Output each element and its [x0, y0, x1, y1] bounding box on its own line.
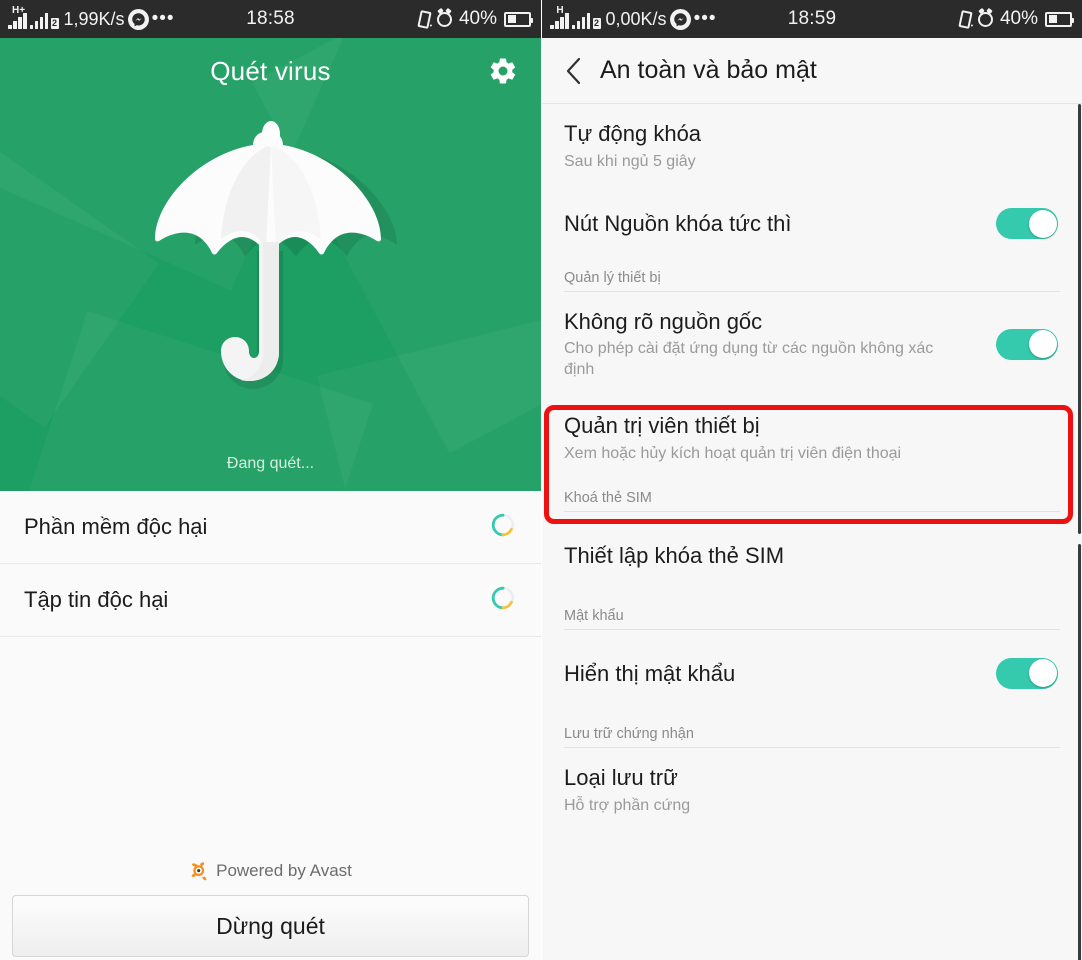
dual-screenshot-comparison: H+ 2 1,99K/s ••• 18:58 40% Quét virus Đa…	[0, 0, 1082, 960]
settings-app-bar: An toàn và bảo mật	[542, 38, 1082, 104]
scrollbar-thumb[interactable]	[1078, 104, 1081, 534]
page-title: An toàn và bảo mật	[600, 56, 817, 84]
settings-row-text: Không rõ nguồn gốc Cho phép cài đặt ứng …	[564, 308, 996, 380]
settings-row-unknown-sources[interactable]: Không rõ nguồn gốc Cho phép cài đặt ứng …	[542, 292, 1082, 396]
powered-by-label: Powered by Avast	[216, 861, 352, 880]
status-overflow-dots: •••	[693, 8, 717, 29]
signal-bars-icon-sim1: H+	[8, 5, 27, 29]
status-overflow-dots: •••	[151, 8, 175, 29]
avast-logo-icon	[189, 860, 211, 882]
left-status-left-group: H+ 2 1,99K/s •••	[8, 5, 175, 30]
settings-row-title: Quản trị viên thiết bị	[564, 413, 760, 439]
network-speed-label: 1,99K/s	[63, 8, 125, 29]
section-header-device-management: Quản lý thiết bị	[564, 269, 661, 286]
settings-row-subtitle: Hỗ trợ phần cứng	[564, 796, 691, 814]
battery-icon	[1045, 11, 1074, 27]
right-status-right-group: 40%	[958, 8, 1074, 30]
settings-row-text: Hiển thị mật khẩu	[564, 660, 996, 688]
settings-row-text: Thiết lập khóa thẻ SIM	[564, 542, 1058, 570]
sim-badge-label: 2	[592, 18, 601, 29]
toggle-knob	[1028, 209, 1057, 238]
scan-row-malware[interactable]: Phần mềm độc hại	[0, 491, 541, 564]
scan-app-bar: Quét virus	[0, 38, 541, 104]
umbrella-illustration	[0, 112, 541, 412]
signal-bars-icon-sim2: 2	[571, 9, 601, 29]
messenger-icon	[669, 8, 691, 30]
back-chevron-icon[interactable]	[564, 56, 584, 86]
settings-row-title: Tự động khóa	[564, 121, 702, 146]
loading-spinner-icon	[489, 584, 517, 617]
vibrate-icon	[958, 9, 973, 29]
settings-row-device-admin[interactable]: Quản trị viên thiết bị Xem hoặc hủy kích…	[542, 396, 1082, 480]
toggle-knob	[1028, 659, 1057, 688]
left-status-right-group: 40%	[417, 8, 533, 30]
right-status-left-group: H 2 0,00K/s •••	[550, 5, 717, 30]
settings-row-storage-type[interactable]: Loại lưu trữ Hỗ trợ phần cứng	[542, 748, 1082, 832]
settings-row-text: Tự động khóa Sau khi ngủ 5 giây	[564, 120, 1058, 172]
vibrate-icon	[417, 9, 432, 29]
powered-by-avast: Powered by Avast	[0, 860, 541, 882]
settings-row-auto-lock[interactable]: Tự động khóa Sau khi ngủ 5 giây	[542, 104, 1082, 188]
loading-spinner-icon	[489, 511, 517, 544]
scan-status-label: Đang quét...	[226, 455, 315, 472]
settings-row-subtitle: Cho phép cài đặt ứng dụng từ các nguồn k…	[564, 340, 934, 378]
scan-row-label: Phần mềm độc hại	[24, 514, 208, 539]
alarm-icon	[977, 11, 993, 27]
battery-icon	[504, 11, 533, 27]
settings-row-title: Hiển thị mật khẩu	[564, 660, 736, 686]
toggle-power-button-lock[interactable]	[996, 208, 1058, 240]
section-header-sim-lock: Khoá thẻ SIM	[564, 490, 652, 507]
settings-row-title: Thiết lập khóa thẻ SIM	[564, 542, 785, 568]
stop-scan-label: Dừng quét	[216, 912, 325, 939]
clock-label: 18:59	[787, 8, 837, 29]
left-phone-screen: H+ 2 1,99K/s ••• 18:58 40% Quét virus Đa…	[0, 0, 541, 960]
stop-scan-button[interactable]: Dừng quét	[12, 895, 529, 957]
scan-result-list: Phần mềm độc hại Tập tin độc hại	[0, 491, 541, 637]
scan-row-label: Tập tin độc hại	[24, 587, 169, 612]
network-type-label-sim1: H	[556, 5, 564, 16]
alarm-icon	[436, 11, 452, 27]
toggle-knob	[1028, 330, 1057, 359]
section-header-credential-storage: Lưu trữ chứng nhận	[564, 726, 694, 743]
clock-label: 18:58	[246, 8, 295, 29]
signal-bars-icon-sim1: H	[550, 5, 569, 29]
settings-row-subtitle: Xem hoặc hủy kích hoạt quản trị viên điệ…	[564, 444, 902, 462]
toggle-show-password[interactable]	[996, 657, 1058, 689]
settings-row-title: Không rõ nguồn gốc	[564, 308, 763, 334]
settings-row-power-button-lock[interactable]: Nút Nguồn khóa tức thì	[542, 188, 1082, 260]
messenger-icon	[127, 8, 149, 30]
scan-hero-section: Quét virus Đang quét...	[0, 38, 541, 491]
sim-badge-label: 2	[50, 18, 59, 29]
scrollbar-thumb[interactable]	[1078, 544, 1081, 960]
settings-row-text: Quản trị viên thiết bị Xem hoặc hủy kích…	[564, 412, 1058, 464]
gear-icon[interactable]	[483, 51, 523, 91]
settings-row-sim-lock-setup[interactable]: Thiết lập khóa thẻ SIM	[542, 512, 1082, 598]
right-status-bar: H 2 0,00K/s ••• 18:59 40%	[542, 0, 1082, 38]
network-speed-label: 0,00K/s	[605, 8, 667, 29]
scan-row-malicious-file[interactable]: Tập tin độc hại	[0, 564, 541, 637]
page-title: Quét virus	[210, 55, 331, 86]
left-status-bar: H+ 2 1,99K/s ••• 18:58 40%	[0, 0, 541, 38]
settings-row-title: Loại lưu trữ	[564, 765, 678, 791]
section-header-password: Mật khẩu	[564, 608, 624, 625]
signal-bars-icon-sim2: 2	[29, 9, 59, 29]
battery-percent-label: 40%	[458, 8, 497, 29]
battery-percent-label: 40%	[999, 8, 1038, 29]
network-type-label-sim1: H+	[12, 5, 26, 16]
settings-row-text: Nút Nguồn khóa tức thì	[564, 210, 996, 238]
settings-row-title: Nút Nguồn khóa tức thì	[564, 211, 792, 237]
settings-row-text: Loại lưu trữ Hỗ trợ phần cứng	[564, 764, 1058, 816]
settings-row-subtitle: Sau khi ngủ 5 giây	[564, 152, 696, 170]
right-phone-screen: H 2 0,00K/s ••• 18:59 40% An toàn và bảo…	[541, 0, 1082, 960]
toggle-unknown-sources[interactable]	[996, 328, 1058, 360]
settings-scroll-area[interactable]: Tự động khóa Sau khi ngủ 5 giây Nút Nguồ…	[542, 104, 1082, 960]
settings-row-show-password[interactable]: Hiển thị mật khẩu	[542, 630, 1082, 716]
